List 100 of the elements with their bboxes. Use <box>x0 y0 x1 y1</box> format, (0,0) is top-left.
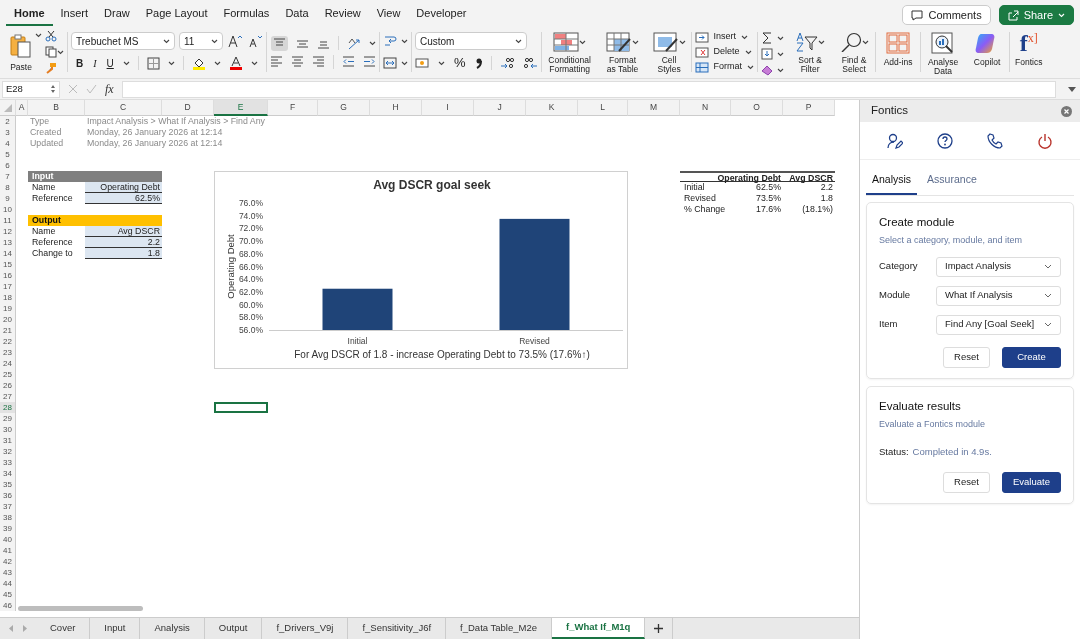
row-header[interactable]: 13 <box>0 237 16 248</box>
percent-button[interactable]: % <box>453 54 467 72</box>
row-header[interactable]: 9 <box>0 193 16 204</box>
power-icon[interactable] <box>1037 132 1053 149</box>
ribbon-button[interactable]: Cell Styles <box>650 32 688 74</box>
scissors-icon[interactable] <box>45 30 57 42</box>
caret-icon[interactable] <box>777 67 785 73</box>
font-color-icon[interactable] <box>228 56 243 70</box>
row-header[interactable]: 6 <box>0 160 16 171</box>
name-box[interactable]: E28 <box>2 80 60 98</box>
underline-button[interactable]: U <box>105 54 115 72</box>
increase-indent-icon[interactable] <box>363 55 376 68</box>
clipboard-icon[interactable] <box>9 32 33 59</box>
ribbon-tab[interactable]: Home <box>6 2 53 26</box>
row-header[interactable]: 37 <box>0 501 16 512</box>
scrollbar[interactable] <box>18 606 143 611</box>
caret-icon[interactable] <box>35 32 42 38</box>
help-icon[interactable] <box>937 132 953 149</box>
row-header[interactable]: 29 <box>0 413 16 424</box>
row-header[interactable]: 40 <box>0 534 16 545</box>
dropdown[interactable]: Impact Analysis <box>936 256 1061 277</box>
table-format-icon[interactable] <box>606 32 633 52</box>
caret-icon[interactable] <box>777 35 785 41</box>
column-header[interactable]: I <box>422 100 474 116</box>
ribbon-button[interactable]: Sort & Filter <box>792 32 829 74</box>
shrink-font-icon[interactable] <box>247 34 263 48</box>
row-header[interactable]: 33 <box>0 457 16 468</box>
ribbon-tab[interactable]: Page Layout <box>137 2 216 26</box>
phone-icon[interactable] <box>987 132 1003 149</box>
column-header[interactable]: A <box>16 100 28 116</box>
caret-icon[interactable] <box>744 49 752 55</box>
caret-icon[interactable] <box>213 60 221 66</box>
merge-cells-icon[interactable] <box>383 56 397 70</box>
row-header[interactable]: 21 <box>0 325 16 336</box>
chevron-icon[interactable] <box>1044 293 1052 298</box>
row-header[interactable]: 34 <box>0 468 16 479</box>
ribbon-tab[interactable]: Review <box>316 2 369 26</box>
ribbon-button[interactable]: Format as Table <box>602 32 643 74</box>
caret-icon[interactable] <box>678 39 686 45</box>
row-header[interactable]: 39 <box>0 523 16 534</box>
row-header[interactable]: 14 <box>0 248 16 259</box>
row-header[interactable]: 35 <box>0 479 16 490</box>
ribbon-button[interactable]: Conditional Formatting <box>544 32 595 74</box>
panel-tab[interactable]: Assurance <box>921 166 983 195</box>
column-header[interactable]: O <box>731 100 783 116</box>
caret-icon[interactable] <box>861 39 869 45</box>
primary-button[interactable]: Create <box>1002 346 1061 368</box>
format-cells-icon[interactable] <box>694 61 709 73</box>
caret-icon[interactable] <box>747 64 755 70</box>
row-header[interactable]: 30 <box>0 424 16 435</box>
selected-cell[interactable] <box>214 402 268 413</box>
analyse-data-icon[interactable] <box>931 32 956 54</box>
currency-icon[interactable] <box>415 57 430 69</box>
ribbon-button[interactable]: Copilot <box>968 32 1007 67</box>
ribbon-button[interactable]: Format <box>712 59 744 75</box>
caret-icon[interactable] <box>250 60 258 66</box>
decrease-indent-icon[interactable] <box>342 55 355 68</box>
caret-icon[interactable] <box>163 38 170 44</box>
row-header[interactable]: 20 <box>0 314 16 325</box>
caret-icon[interactable] <box>741 34 749 40</box>
row-header[interactable]: 11 <box>0 215 16 226</box>
column-header[interactable]: J <box>474 100 526 116</box>
row-header[interactable]: 43 <box>0 567 16 578</box>
caret-icon[interactable] <box>211 38 218 44</box>
column-header[interactable]: P <box>783 100 835 116</box>
ribbon-tab[interactable]: Developer <box>408 2 475 26</box>
fill-color-icon[interactable] <box>191 56 206 70</box>
row-header[interactable]: 44 <box>0 578 16 589</box>
ribbon-tab[interactable]: Insert <box>52 2 97 26</box>
eraser-icon[interactable] <box>761 64 774 76</box>
decrease-decimal-icon[interactable] <box>522 56 538 70</box>
column-header[interactable]: K <box>526 100 578 116</box>
row-header[interactable]: 27 <box>0 391 16 402</box>
borders-icon[interactable] <box>146 56 160 70</box>
ribbon-tab[interactable]: Data <box>277 2 317 26</box>
row-header[interactable]: 36 <box>0 490 16 501</box>
caret-icon[interactable] <box>515 38 522 44</box>
formula-input[interactable] <box>121 80 1056 98</box>
row-header[interactable]: 19 <box>0 303 16 314</box>
column-header[interactable]: F <box>268 100 318 116</box>
row-header[interactable]: 41 <box>0 545 16 556</box>
sum-icon[interactable] <box>761 32 774 44</box>
row-header[interactable]: 8 <box>0 182 16 193</box>
column-header[interactable]: G <box>318 100 370 116</box>
caret-icon[interactable] <box>368 40 376 46</box>
row-header[interactable]: 2 <box>0 116 16 127</box>
comma-style-icon[interactable] <box>474 57 483 69</box>
column-header[interactable]: L <box>578 100 628 116</box>
row-header[interactable]: 25 <box>0 369 16 380</box>
caret-icon[interactable] <box>632 39 640 45</box>
insert-cells-icon[interactable] <box>694 31 709 43</box>
ribbon-button[interactable]: Find & Select <box>836 32 873 74</box>
row-header[interactable]: 45 <box>0 589 16 600</box>
row-header[interactable]: 38 <box>0 512 16 523</box>
row-header[interactable]: 3 <box>0 127 16 138</box>
comments-button[interactable]: Comments <box>902 5 991 25</box>
sheet-tab[interactable]: f_What If_M1q <box>552 618 646 639</box>
chevron-icon[interactable] <box>1044 264 1052 269</box>
row-header[interactable]: 18 <box>0 292 16 303</box>
search-icon[interactable] <box>839 32 862 52</box>
